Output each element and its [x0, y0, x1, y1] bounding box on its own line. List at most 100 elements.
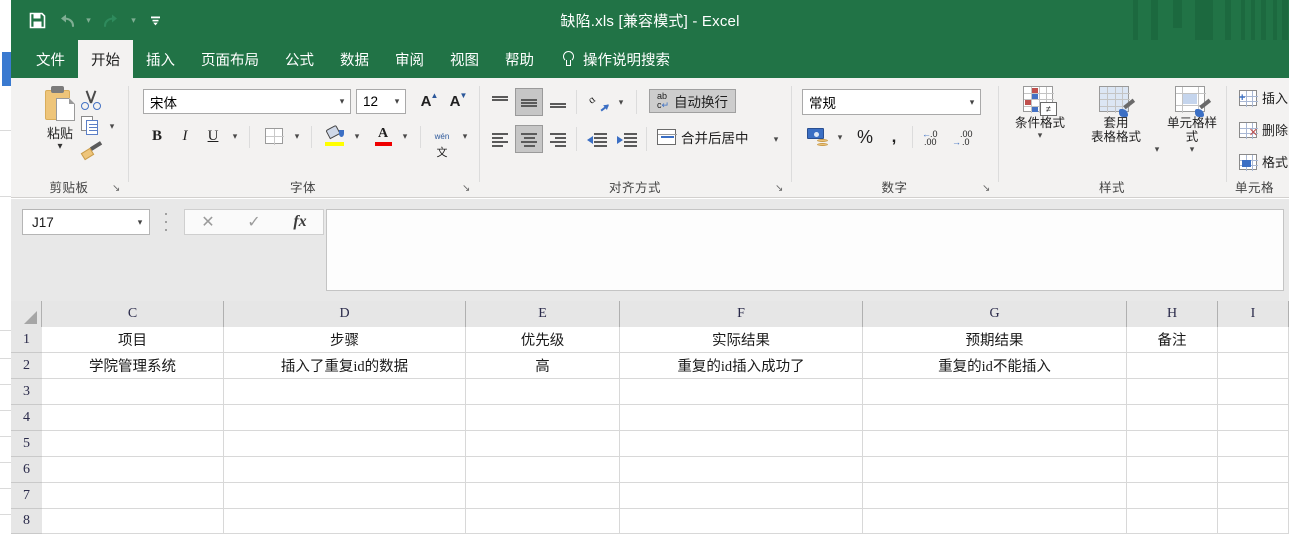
cell-G7[interactable] [863, 483, 1127, 509]
cell-C6[interactable] [42, 457, 224, 483]
redo-dropdown-icon[interactable]: ▾ [127, 7, 140, 33]
decrease-font-size-button[interactable]: A ▼ [442, 89, 468, 114]
merge-dropdown-icon[interactable]: ▾ [768, 127, 784, 151]
cell-I5[interactable] [1218, 431, 1289, 457]
bold-button[interactable]: B [145, 123, 169, 149]
copy-dropdown-icon[interactable]: ▾ [105, 114, 119, 138]
cell-I1[interactable] [1218, 327, 1289, 353]
conditional-formatting-dropdown-icon[interactable]: ▾ [1038, 130, 1043, 141]
customize-qat-icon[interactable] [149, 7, 162, 33]
undo-icon[interactable] [53, 7, 79, 33]
cell-D6[interactable] [224, 457, 466, 483]
underline-dropdown-icon[interactable]: ▾ [227, 123, 243, 149]
cell-H1[interactable]: 备注 [1127, 327, 1218, 353]
cell-C4[interactable] [42, 405, 224, 431]
row-header-4[interactable]: 4 [11, 405, 42, 431]
cell-C7[interactable] [42, 483, 224, 509]
tab-help[interactable]: 帮助 [492, 40, 547, 78]
cell-H2[interactable] [1127, 353, 1218, 379]
tab-data[interactable]: 数据 [327, 40, 382, 78]
cell-I3[interactable] [1218, 379, 1289, 405]
cut-button[interactable] [79, 88, 103, 112]
font-name-combobox[interactable]: 宋体 ▾ [143, 89, 351, 114]
comma-style-button[interactable]: , [882, 124, 906, 150]
column-header-g[interactable]: G [863, 301, 1127, 327]
orientation-dropdown-icon[interactable]: ▾ [613, 90, 629, 114]
cell-E6[interactable] [466, 457, 620, 483]
row-header-8[interactable]: 8 [11, 509, 42, 534]
cell-F4[interactable] [620, 405, 863, 431]
decrease-indent-button[interactable] [584, 127, 610, 151]
cell-G3[interactable] [863, 379, 1127, 405]
tell-me-search[interactable]: 操作说明搜索 [547, 40, 678, 78]
cell-D3[interactable] [224, 379, 466, 405]
cell-I6[interactable] [1218, 457, 1289, 483]
clipboard-dialog-launcher[interactable]: ↘ [112, 183, 123, 194]
alignment-dialog-launcher[interactable]: ↘ [775, 183, 786, 194]
tab-home[interactable]: 开始 [78, 40, 133, 78]
cell-E7[interactable] [466, 483, 620, 509]
column-header-c[interactable]: C [42, 301, 224, 327]
tab-review[interactable]: 审阅 [382, 40, 437, 78]
font-name-dropdown-icon[interactable]: ▾ [334, 96, 350, 107]
row-header-6[interactable]: 6 [11, 457, 42, 483]
copy-button[interactable] [79, 114, 103, 138]
formula-input[interactable] [326, 209, 1284, 291]
cell-G4[interactable] [863, 405, 1127, 431]
column-header-e[interactable]: E [466, 301, 620, 327]
cell-D8[interactable] [224, 509, 466, 534]
format-as-table-button[interactable]: 套用 表格格式 [1079, 86, 1153, 144]
redo-icon[interactable] [98, 7, 124, 33]
wrap-text-button[interactable]: ab c↵ 自动换行 [649, 89, 737, 113]
conditional-formatting-button[interactable]: ≠ 条件格式 ▾ [1005, 86, 1075, 141]
number-dialog-launcher[interactable]: ↘ [982, 183, 993, 194]
cell-F1[interactable]: 实际结果 [620, 327, 863, 353]
cell-C3[interactable] [42, 379, 224, 405]
cell-E5[interactable] [466, 431, 620, 457]
cell-H3[interactable] [1127, 379, 1218, 405]
column-header-i[interactable]: I [1218, 301, 1289, 327]
cell-C1[interactable]: 项目 [42, 327, 224, 353]
increase-decimal-button[interactable]: ← .0 .00 [920, 124, 948, 150]
column-header-d[interactable]: D [224, 301, 466, 327]
format-painter-button[interactable] [79, 140, 103, 164]
delete-cells-button[interactable]: ✕ 删除 [1239, 120, 1288, 139]
insert-function-icon[interactable]: fx [277, 213, 323, 231]
cell-H7[interactable] [1127, 483, 1218, 509]
cell-H8[interactable] [1127, 509, 1218, 534]
cell-E1[interactable]: 优先级 [466, 327, 620, 353]
cell-I4[interactable] [1218, 405, 1289, 431]
align-left-button[interactable] [488, 127, 512, 151]
fill-color-dropdown-icon[interactable]: ▾ [349, 123, 365, 149]
confirm-icon[interactable]: ✓ [231, 212, 277, 232]
cell-I8[interactable] [1218, 509, 1289, 534]
percent-style-button[interactable]: % [852, 124, 878, 150]
font-color-dropdown-icon[interactable]: ▾ [397, 123, 413, 149]
number-format-combobox[interactable]: 常规 ▾ [802, 89, 981, 115]
cell-D2[interactable]: 插入了重复id的数据 [224, 353, 466, 379]
number-format-dropdown-icon[interactable]: ▾ [964, 97, 980, 108]
name-box-dropdown-icon[interactable]: ▾ [131, 217, 149, 228]
fill-color-button[interactable] [321, 122, 347, 150]
cell-C2[interactable]: 学院管理系统 [42, 353, 224, 379]
cell-E3[interactable] [466, 379, 620, 405]
cancel-icon[interactable]: ✕ [185, 212, 231, 232]
cell-F7[interactable] [620, 483, 863, 509]
column-header-h[interactable]: H [1127, 301, 1218, 327]
cell-F2[interactable]: 重复的id插入成功了 [620, 353, 863, 379]
align-bottom-button[interactable] [546, 90, 570, 114]
align-middle-button[interactable] [515, 88, 543, 116]
cell-E2[interactable]: 高 [466, 353, 620, 379]
phonetic-guide-button[interactable]: wén 文 [429, 122, 455, 159]
cell-D5[interactable] [224, 431, 466, 457]
row-header-7[interactable]: 7 [11, 483, 42, 509]
cell-G2[interactable]: 重复的id不能插入 [863, 353, 1127, 379]
font-dialog-launcher[interactable]: ↘ [462, 183, 473, 194]
save-icon[interactable] [24, 7, 50, 33]
cell-C5[interactable] [42, 431, 224, 457]
undo-dropdown-icon[interactable]: ▾ [82, 7, 95, 33]
font-size-combobox[interactable]: 12 ▾ [356, 89, 406, 114]
decrease-decimal-button[interactable]: .00 → .0 [950, 124, 978, 150]
insert-cells-button[interactable]: + 插入 [1239, 88, 1288, 107]
select-all-corner[interactable] [11, 301, 42, 327]
